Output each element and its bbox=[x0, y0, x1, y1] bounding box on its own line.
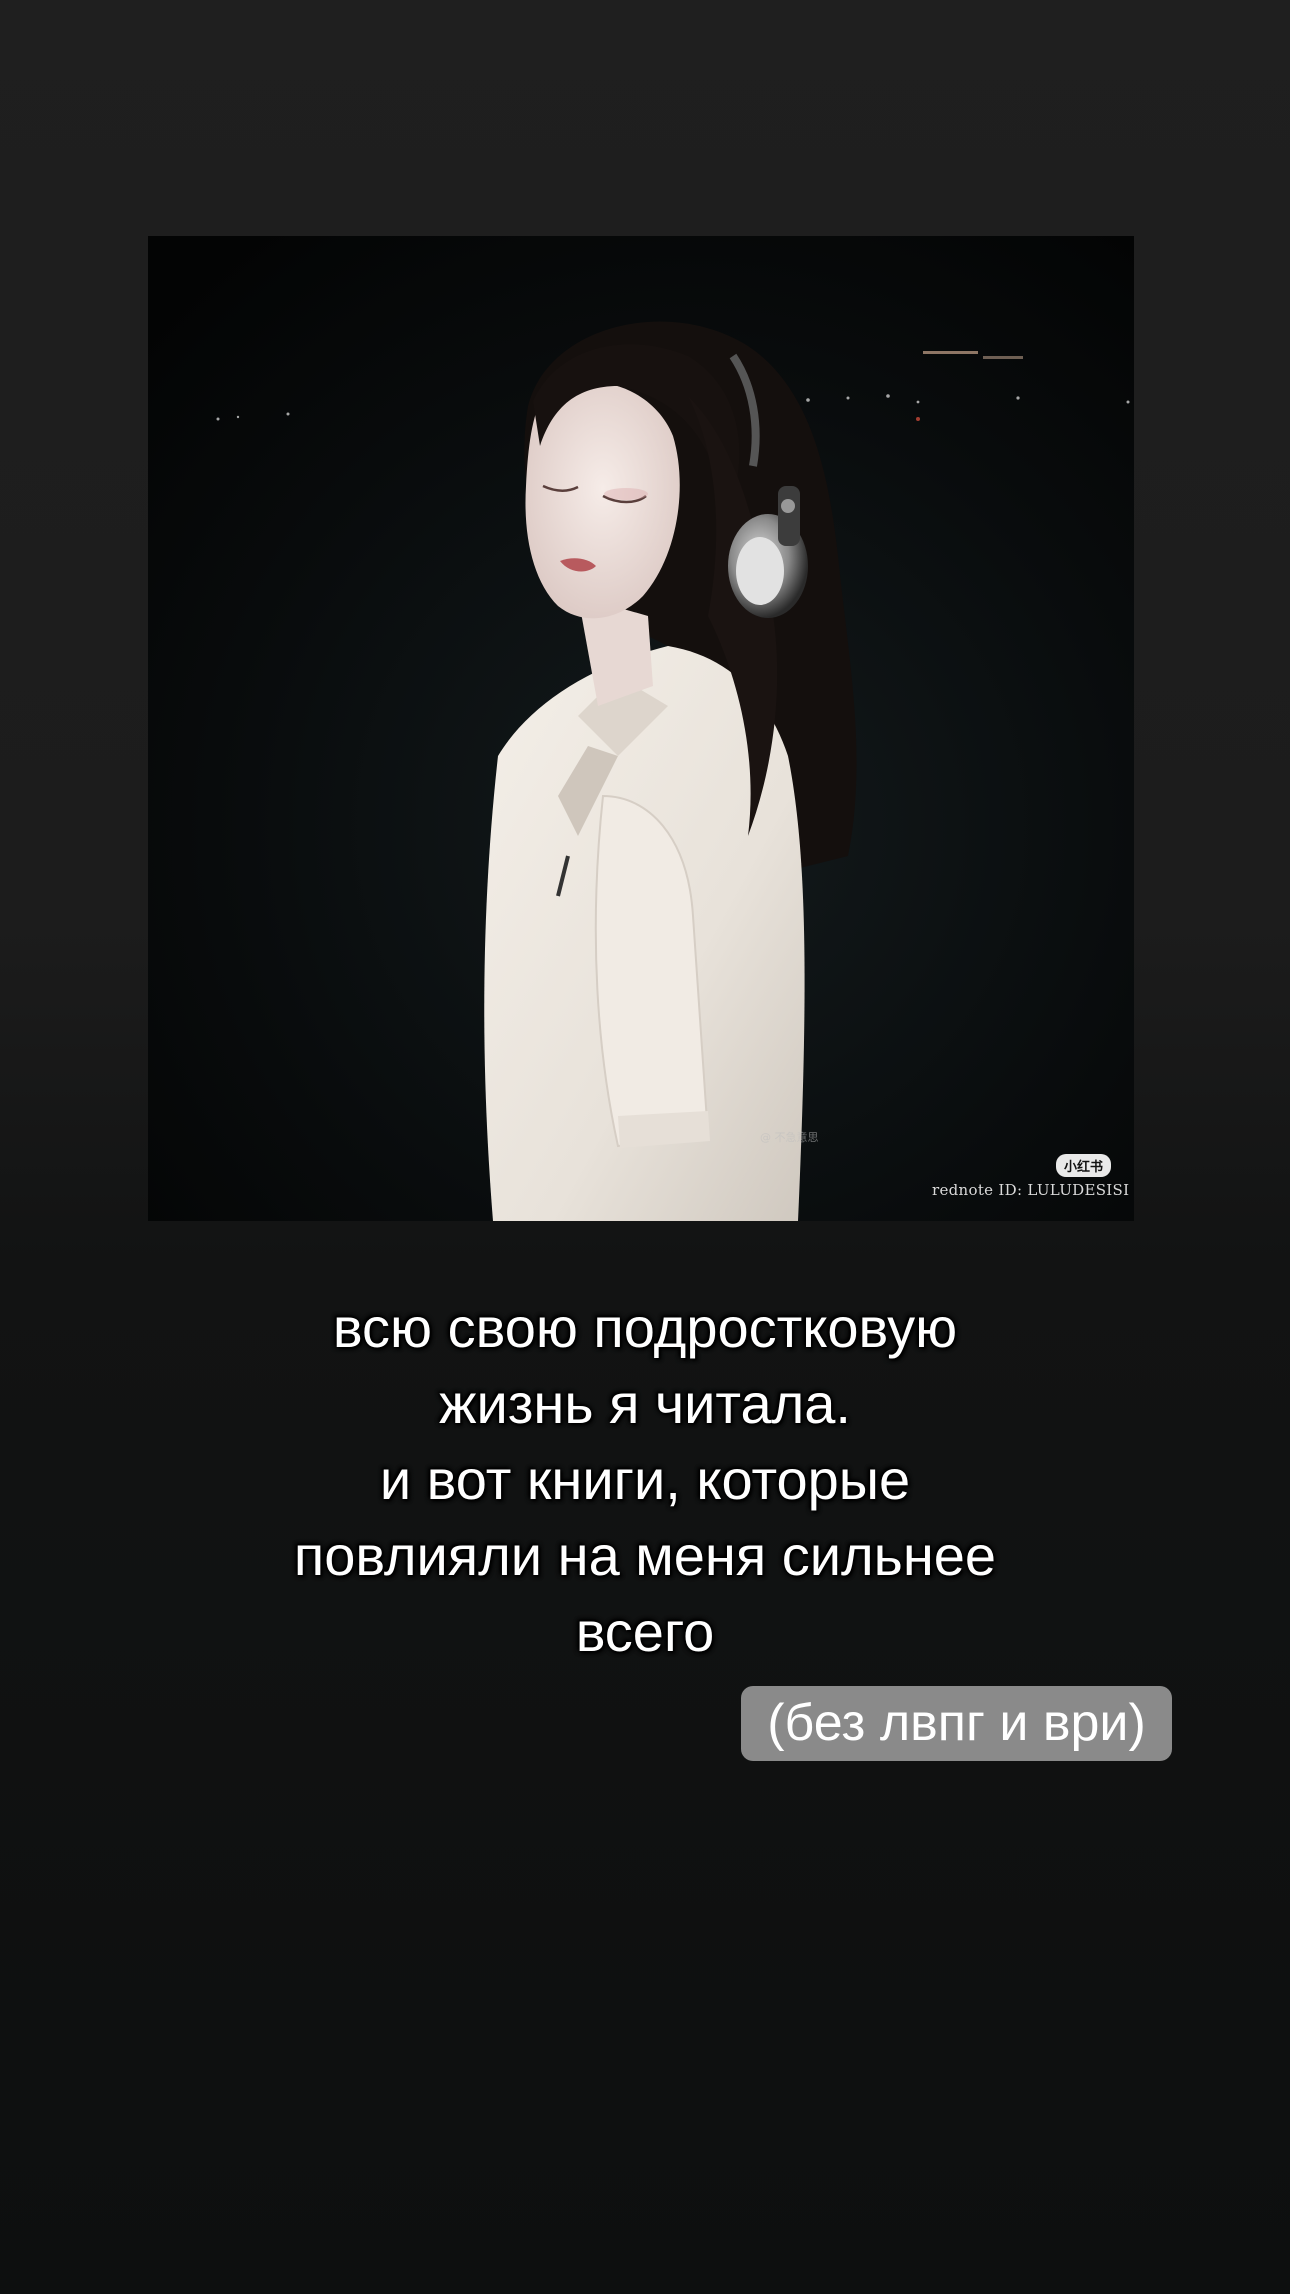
caption-line: всю свою подростковую bbox=[332, 1296, 958, 1359]
caption-line: жизнь я читала. bbox=[439, 1372, 851, 1435]
photo-watermark-id: rednote ID: LULUDESISI bbox=[932, 1181, 1130, 1199]
caption-line: и вот книги, которые bbox=[379, 1448, 911, 1511]
story-photo: @ 不急意思 小红书 rednote ID: LULUDESISI bbox=[148, 236, 1134, 1221]
story-caption: всю свою подростковую жизнь я читала. и … bbox=[0, 1290, 1290, 1670]
portrait-illustration bbox=[148, 236, 1134, 1221]
story-frame: @ 不急意思 小红书 rednote ID: LULUDESISI всю св… bbox=[0, 0, 1290, 2294]
rednote-logo-badge: 小红书 bbox=[1056, 1154, 1112, 1177]
caption-line: всего bbox=[575, 1600, 715, 1663]
photo-watermark-small: @ 不急意思 bbox=[760, 1131, 819, 1144]
note-pill: (без лвпг и ври) bbox=[741, 1686, 1172, 1761]
caption-line: повлияли на меня сильнее bbox=[293, 1524, 997, 1587]
